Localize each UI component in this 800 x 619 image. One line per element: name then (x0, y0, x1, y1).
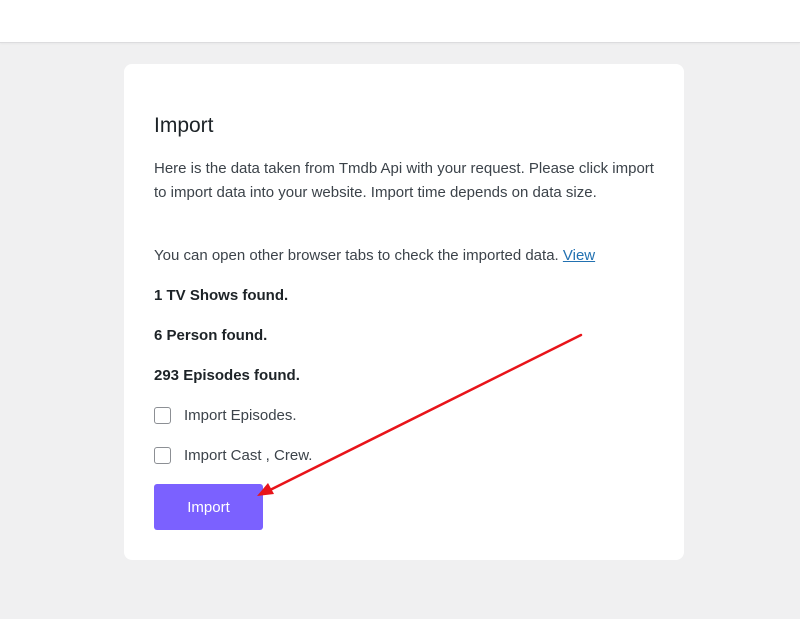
page-title: Import (154, 114, 214, 137)
top-bar (0, 0, 800, 43)
import-episodes-label: Import Episodes. (184, 407, 297, 424)
import-description: Here is the data taken from Tmdb Api wit… (154, 160, 654, 201)
import-card: Import Here is the data taken from Tmdb … (124, 64, 684, 560)
import-episodes-checkbox[interactable] (154, 407, 171, 424)
tv-shows-count: 1 TV Shows found. (154, 287, 289, 304)
import-cast-label: Import Cast , Crew. (184, 447, 313, 464)
import-cast-checkbox[interactable] (154, 447, 171, 464)
import-episodes-option[interactable]: Import Episodes. (154, 407, 297, 424)
import-cast-option[interactable]: Import Cast , Crew. (154, 447, 312, 464)
tabs-note: You can open other browser tabs to check… (154, 246, 595, 266)
episodes-count: 293 Episodes found. (154, 367, 300, 384)
person-count: 6 Person found. (154, 327, 268, 344)
tabs-note-text: You can open other browser tabs to check… (154, 247, 559, 264)
import-button[interactable]: Import (154, 484, 263, 530)
view-link[interactable]: View (563, 247, 595, 264)
